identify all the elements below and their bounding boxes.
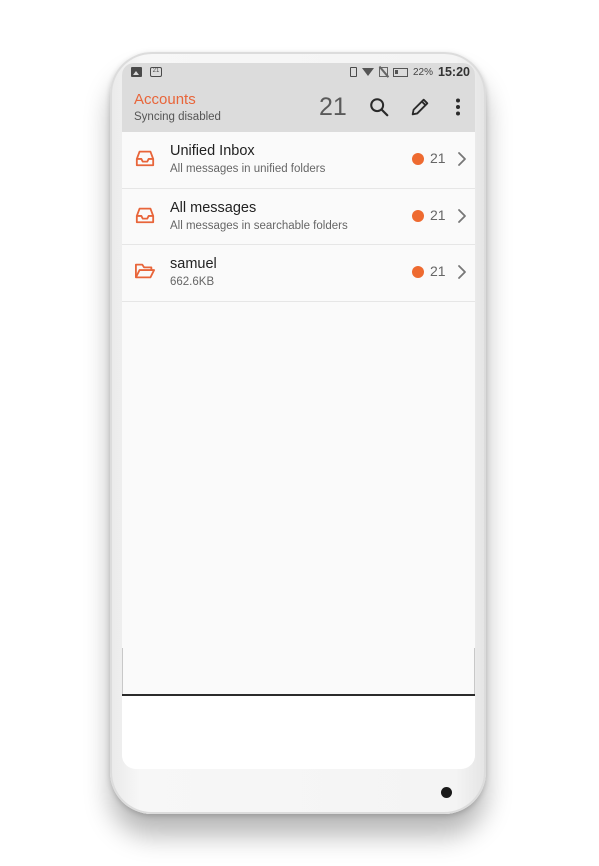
sync-status: Syncing disabled [134, 111, 221, 123]
wifi-icon [362, 68, 374, 76]
chevron-right-icon[interactable] [456, 264, 468, 280]
screen-edge [474, 648, 475, 694]
camera-sensor-icon [441, 787, 452, 798]
account-title: Unified Inbox [170, 143, 255, 159]
search-icon [370, 98, 389, 117]
account-subtitle: All messages in searchable folders [170, 219, 348, 232]
chevron-right-icon[interactable] [456, 151, 468, 167]
page-title: Accounts [134, 91, 196, 108]
list-item-all-messages[interactable]: All messages All messages in searchable … [122, 189, 475, 245]
status-bar: 21 22% 15:20 [122, 63, 475, 83]
account-size: 662.6KB [170, 276, 215, 288]
search-button[interactable] [366, 94, 392, 120]
navigation-area [122, 696, 475, 769]
calendar-icon: 21 [150, 67, 162, 77]
phone-screen: 21 22% 15:20 Accounts Syncing disabled 2… [122, 63, 475, 769]
image-icon [131, 67, 142, 77]
list-item-unified-inbox[interactable]: Unified Inbox All messages in unified fo… [122, 132, 475, 189]
inbox-icon [135, 207, 155, 223]
folder-open-icon [135, 263, 155, 279]
inbox-icon [135, 150, 155, 167]
unread-count: 21 [430, 263, 446, 279]
unread-dot [412, 266, 424, 278]
unread-count: 21 [319, 93, 347, 121]
app-bar: Accounts Syncing disabled 21 [122, 83, 475, 132]
unread-dot [412, 153, 424, 165]
list-item-samuel[interactable]: samuel 662.6KB 21 [122, 245, 475, 302]
unread-dot [412, 209, 424, 222]
chevron-right-icon[interactable] [456, 208, 468, 224]
account-title: samuel [170, 256, 217, 272]
unread-count: 21 [430, 150, 446, 166]
compose-button[interactable] [407, 94, 433, 120]
screen-edge [122, 648, 123, 694]
battery-percentage: 22% [413, 66, 434, 78]
account-list: Unified Inbox All messages in unified fo… [122, 132, 475, 302]
pencil-icon [411, 98, 429, 116]
overflow-menu-button[interactable] [445, 94, 471, 120]
account-subtitle: All messages in unified folders [170, 163, 326, 175]
account-title: All messages [170, 199, 257, 216]
unread-count: 21 [430, 206, 446, 223]
vibrate-icon [350, 67, 357, 77]
clock: 15:20 [438, 65, 470, 79]
battery-icon [393, 67, 408, 77]
more-vert-icon [456, 98, 460, 116]
no-sim-icon [379, 67, 388, 77]
